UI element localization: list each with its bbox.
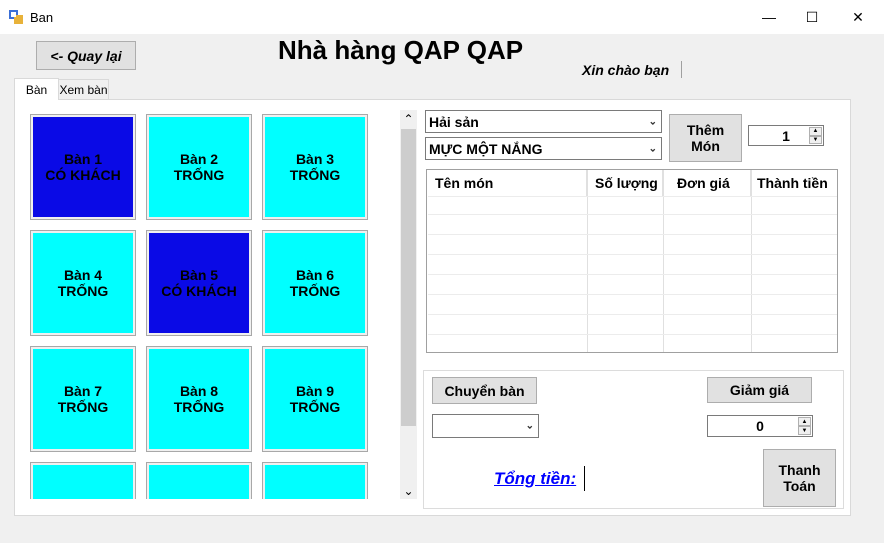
scroll-up-icon[interactable]: ⌃	[401, 111, 416, 127]
minimize-button[interactable]: —	[746, 0, 792, 34]
total-value-field	[584, 466, 585, 491]
order-grid[interactable]: Tên món Số lượng Đơn giá Thành tiền	[426, 169, 838, 353]
close-icon: ✕	[852, 8, 864, 25]
window-title: Ban	[30, 10, 54, 25]
dish-select[interactable]: MỰC MỘT NẮNG ⌄	[425, 137, 662, 160]
table-tile[interactable]: Bàn 6 TRỐNG	[262, 230, 368, 336]
switch-table-button[interactable]: Chuyển bàn	[432, 377, 537, 404]
tables-panel: Bàn 1 CÓ KHÁCH Bàn 2 TRỐNG Bàn 3 TRỐNG Bàn …	[28, 111, 398, 499]
table-tile[interactable]	[262, 462, 368, 499]
column-header-dish[interactable]: Tên món	[427, 170, 587, 196]
add-dish-button[interactable]: Thêm Món	[669, 114, 742, 162]
maximize-button[interactable]: ☐	[789, 0, 835, 34]
table-tile[interactable]: Bàn 1 CÓ KHÁCH	[30, 114, 136, 220]
table-status: TRỐNG	[289, 283, 341, 299]
column-header-quantity[interactable]: Số lượng	[587, 170, 663, 196]
scrollbar-thumb[interactable]	[401, 129, 416, 426]
table-status: TRỐNG	[173, 399, 225, 415]
chevron-down-icon: ⌄	[648, 116, 657, 127]
scroll-down-icon[interactable]: ⌄	[401, 483, 416, 499]
tab-xem-ban[interactable]: Xem bàn	[58, 79, 109, 100]
table-name: Bàn 7	[63, 383, 103, 399]
table-name: Bàn 1	[63, 151, 103, 167]
table-name: Bàn 2	[179, 151, 219, 167]
greeting-label: Xin chào bạn	[582, 62, 670, 78]
category-select[interactable]: Hải sản ⌄	[425, 110, 662, 133]
table-tile[interactable]: Bàn 7 TRỐNG	[30, 346, 136, 452]
table-tile[interactable]: Bàn 5 CÓ KHÁCH	[146, 230, 252, 336]
discount-stepper[interactable]: 0 ▲ ▼	[707, 415, 813, 437]
table-status: TRỐNG	[57, 399, 109, 415]
table-tile[interactable]: Bàn 3 TRỐNG	[262, 114, 368, 220]
discount-button[interactable]: Giảm giá	[707, 377, 812, 403]
decrement-icon[interactable]: ▼	[809, 135, 822, 144]
chevron-down-icon: ⌄	[648, 143, 657, 154]
table-status: TRỐNG	[289, 399, 341, 415]
discount-value: 0	[756, 418, 764, 434]
table-tile[interactable]: Bàn 4 TRỐNG	[30, 230, 136, 336]
decrement-icon[interactable]: ▼	[798, 426, 811, 435]
table-tile[interactable]	[30, 462, 136, 499]
table-status: TRỐNG	[173, 167, 225, 183]
dish-value: MỰC MỘT NẮNG	[429, 140, 543, 157]
grid-row-line	[428, 314, 837, 315]
column-header-price[interactable]: Đơn giá	[663, 170, 751, 196]
checkout-label-2: Toán	[783, 478, 816, 494]
grid-row-line	[428, 214, 837, 215]
table-status: TRỐNG	[289, 167, 341, 183]
add-dish-label-2: Món	[691, 138, 720, 154]
increment-icon[interactable]: ▲	[809, 127, 822, 136]
grid-row-line	[428, 234, 837, 235]
grid-row-line	[428, 294, 837, 295]
checkout-label-1: Thanh	[778, 462, 821, 478]
grid-divider	[751, 170, 752, 352]
table-tile[interactable]: Bàn 8 TRỐNG	[146, 346, 252, 452]
quantity-stepper[interactable]: 1 ▲ ▼	[748, 125, 824, 146]
add-dish-label-1: Thêm	[686, 122, 725, 138]
table-tile[interactable]	[146, 462, 252, 499]
grid-divider	[587, 170, 588, 352]
grid-row-line	[428, 274, 837, 275]
column-header-total[interactable]: Thành tiền	[751, 170, 837, 196]
switch-table-select[interactable]: ⌄	[432, 414, 539, 438]
table-name: Bàn 8	[179, 383, 219, 399]
table-status: TRỐNG	[57, 283, 109, 299]
grid-row-line	[428, 334, 837, 335]
grid-row-line	[428, 196, 837, 197]
table-status: CÓ KHÁCH	[45, 167, 121, 183]
increment-icon[interactable]: ▲	[798, 417, 811, 426]
checkout-button[interactable]: Thanh Toán	[763, 449, 836, 507]
table-name: Bàn 3	[295, 151, 335, 167]
category-value: Hải sản	[429, 113, 479, 130]
grid-row-line	[428, 254, 837, 255]
table-status: CÓ KHÁCH	[161, 283, 237, 299]
table-name: Bàn 4	[63, 267, 103, 283]
total-label: Tổng tiền:	[494, 469, 577, 488]
maximize-icon: ☐	[805, 8, 819, 25]
tab-ban[interactable]: Bàn	[14, 78, 59, 100]
app-icon	[9, 10, 23, 24]
quantity-value: 1	[782, 127, 790, 144]
chevron-down-icon: ⌄	[525, 420, 534, 432]
minimize-icon: —	[762, 9, 776, 25]
grid-divider	[663, 170, 664, 352]
table-name: Bàn 5	[179, 267, 219, 283]
table-tile[interactable]: Bàn 9 TRỐNG	[262, 346, 368, 452]
table-tile[interactable]: Bàn 2 TRỐNG	[146, 114, 252, 220]
greeting-separator	[681, 61, 682, 78]
table-name: Bàn 6	[295, 267, 335, 283]
back-button[interactable]: <- Quay lại	[36, 41, 136, 70]
restaurant-title: Nhà hàng QAP QAP	[278, 35, 524, 65]
table-name: Bàn 9	[295, 383, 335, 399]
close-button[interactable]: ✕	[835, 0, 881, 34]
